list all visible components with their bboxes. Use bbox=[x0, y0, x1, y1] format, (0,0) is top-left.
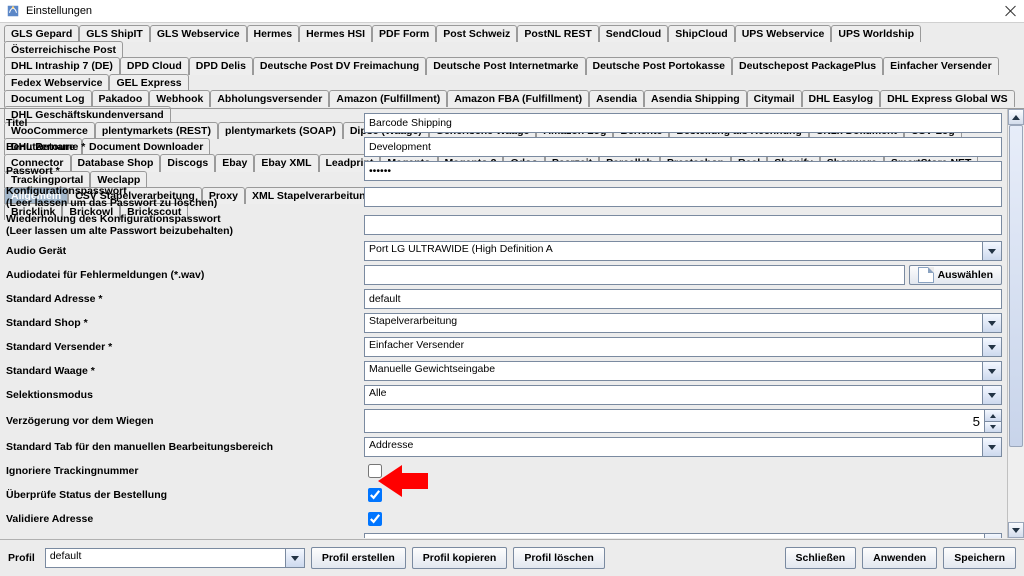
audio-device-select[interactable]: Port LG ULTRAWIDE (High Definition A bbox=[364, 241, 1002, 261]
label-passwort: Passwort * bbox=[6, 165, 364, 177]
validiere-adresse-checkbox[interactable] bbox=[368, 512, 382, 526]
scrollbar-thumb[interactable] bbox=[1009, 125, 1023, 447]
std-shop-select[interactable]: Stapelverarbeitung bbox=[364, 313, 1002, 333]
tab-asendia[interactable]: Asendia bbox=[589, 90, 644, 107]
label-std-waage: Standard Waage * bbox=[6, 365, 364, 377]
profil-erstellen-button[interactable]: Profil erstellen bbox=[311, 547, 406, 569]
tab-ups-webservice[interactable]: UPS Webservice bbox=[735, 25, 832, 42]
spin-up-icon[interactable] bbox=[984, 533, 1002, 538]
chevron-down-icon[interactable] bbox=[285, 549, 304, 567]
tab-fedex-webservice[interactable]: Fedex Webservice bbox=[4, 74, 109, 91]
tab-dpd-cloud[interactable]: DPD Cloud bbox=[120, 57, 189, 74]
label-selektionsmodus: Selektionsmodus bbox=[6, 389, 364, 401]
speichern-button[interactable]: Speichern bbox=[943, 547, 1016, 569]
tab-deutschepost-packageplus[interactable]: Deutschepost PackagePlus bbox=[732, 57, 883, 74]
tab-dhl-easylog[interactable]: DHL Easylog bbox=[802, 90, 881, 107]
window-title: Einstellungen bbox=[26, 5, 1004, 17]
chevron-down-icon[interactable] bbox=[982, 242, 1001, 260]
label-std-tab: Standard Tab für den manuellen Bearbeitu… bbox=[6, 441, 364, 453]
tab-hermes[interactable]: Hermes bbox=[247, 25, 300, 42]
chevron-down-icon[interactable] bbox=[982, 362, 1001, 380]
form-area: Titel Benutzername * Passwort * Konfigur… bbox=[0, 108, 1024, 538]
pruefe-status-checkbox[interactable] bbox=[368, 488, 382, 502]
label-benutzername: Benutzername * bbox=[6, 141, 364, 153]
label-pruefe-status: Überprüfe Status der Bestellung bbox=[6, 489, 364, 501]
tab-shipcloud[interactable]: ShipCloud bbox=[668, 25, 735, 42]
ignoriere-tracking-checkbox[interactable] bbox=[368, 464, 382, 478]
file-icon bbox=[918, 267, 934, 283]
label-konf-pw: Konfigurationspasswort(Leer lassen um da… bbox=[6, 185, 364, 209]
audio-err-file-input[interactable] bbox=[364, 265, 905, 285]
close-icon[interactable] bbox=[1004, 4, 1018, 18]
tab-amazon-fba-fulfillment-[interactable]: Amazon FBA (Fulfillment) bbox=[447, 90, 589, 107]
chevron-down-icon[interactable] bbox=[982, 438, 1001, 456]
label-std-shop: Standard Shop * bbox=[6, 317, 364, 329]
title-bar: Einstellungen bbox=[0, 0, 1024, 23]
profil-kopieren-button[interactable]: Profil kopieren bbox=[412, 547, 508, 569]
tab-pakadoo[interactable]: Pakadoo bbox=[92, 90, 150, 107]
tab-hermes-hsi[interactable]: Hermes HSI bbox=[299, 25, 372, 42]
shop-ben-spinner[interactable] bbox=[364, 533, 1002, 538]
std-waage-select[interactable]: Manuelle Gewichtseingabe bbox=[364, 361, 1002, 381]
tab-postnl-rest[interactable]: PostNL REST bbox=[517, 25, 598, 42]
auswaehlen-button[interactable]: Auswählen bbox=[909, 265, 1002, 285]
label-titel: Titel bbox=[6, 117, 364, 129]
app-icon bbox=[6, 4, 20, 18]
profil-label: Profil bbox=[8, 552, 39, 564]
tab-post-schweiz[interactable]: Post Schweiz bbox=[436, 25, 517, 42]
bottom-bar: Profil default Profil erstellen Profil k… bbox=[0, 539, 1024, 576]
tab-dhl-intraship-7-de-[interactable]: DHL Intraship 7 (DE) bbox=[4, 57, 120, 74]
konf-pw2-input[interactable] bbox=[364, 215, 1002, 235]
profil-loeschen-button[interactable]: Profil löschen bbox=[513, 547, 604, 569]
anwenden-button[interactable]: Anwenden bbox=[862, 547, 937, 569]
tab-deutsche-post-dv-freimachung[interactable]: Deutsche Post DV Freimachung bbox=[253, 57, 426, 74]
passwort-input[interactable] bbox=[364, 161, 1002, 181]
label-konf-pw2: Wiederholung des Konfigurationspasswort(… bbox=[6, 213, 364, 237]
chevron-down-icon[interactable] bbox=[982, 338, 1001, 356]
tab-gel-express[interactable]: GEL Express bbox=[109, 74, 188, 91]
label-audio: Audio Gerät bbox=[6, 245, 364, 257]
std-versender-select[interactable]: Einfacher Versender bbox=[364, 337, 1002, 357]
profil-select[interactable]: default bbox=[45, 548, 305, 568]
std-adresse-input[interactable] bbox=[364, 289, 1002, 309]
tab-dhl-express-global-ws[interactable]: DHL Express Global WS bbox=[880, 90, 1015, 107]
tab-document-log[interactable]: Document Log bbox=[4, 90, 92, 107]
spin-up-icon[interactable] bbox=[984, 409, 1002, 421]
konf-pw-input[interactable] bbox=[364, 187, 1002, 207]
tab-gls-shipit[interactable]: GLS ShipIT bbox=[79, 25, 150, 42]
label-std-adresse: Standard Adresse * bbox=[6, 293, 364, 305]
spin-down-icon[interactable] bbox=[984, 421, 1002, 434]
selektionsmodus-select[interactable]: Alle bbox=[364, 385, 1002, 405]
tab-asendia-shipping[interactable]: Asendia Shipping bbox=[644, 90, 747, 107]
titel-input[interactable] bbox=[364, 113, 1002, 133]
tab-gls-webservice[interactable]: GLS Webservice bbox=[150, 25, 247, 42]
chevron-down-icon[interactable] bbox=[982, 386, 1001, 404]
tab--sterreichische-post[interactable]: Österreichische Post bbox=[4, 41, 123, 58]
label-audio-err: Audiodatei für Fehlermeldungen (*.wav) bbox=[6, 269, 364, 281]
tab-einfacher-versender[interactable]: Einfacher Versender bbox=[883, 57, 999, 74]
benutzername-input[interactable] bbox=[364, 137, 1002, 157]
tab-dpd-delis[interactable]: DPD Delis bbox=[189, 57, 253, 74]
tab-ups-worldship[interactable]: UPS Worldship bbox=[831, 25, 921, 42]
verzoegerung-spinner[interactable] bbox=[364, 409, 1002, 433]
scroll-up-icon[interactable] bbox=[1008, 109, 1024, 125]
schliessen-button[interactable]: Schließen bbox=[785, 547, 857, 569]
label-std-versender: Standard Versender * bbox=[6, 341, 364, 353]
chevron-down-icon[interactable] bbox=[982, 314, 1001, 332]
label-validiere-adresse: Validiere Adresse bbox=[6, 513, 364, 525]
tab-pdf-form[interactable]: PDF Form bbox=[372, 25, 436, 42]
tab-deutsche-post-internetmarke[interactable]: Deutsche Post Internetmarke bbox=[426, 57, 585, 74]
tab-deutsche-post-portokasse[interactable]: Deutsche Post Portokasse bbox=[586, 57, 732, 74]
tab-sendcloud[interactable]: SendCloud bbox=[599, 25, 668, 42]
tab-abholungsversender[interactable]: Abholungsversender bbox=[210, 90, 329, 107]
vertical-scrollbar[interactable] bbox=[1007, 109, 1024, 538]
label-verzoegerung: Verzögerung vor dem Wiegen bbox=[6, 415, 364, 427]
label-ignoriere-tracking: Ignoriere Trackingnummer bbox=[6, 465, 364, 477]
tab-amazon-fulfillment-[interactable]: Amazon (Fulfillment) bbox=[329, 90, 447, 107]
tab-citymail[interactable]: Citymail bbox=[747, 90, 802, 107]
tab-gls-gepard[interactable]: GLS Gepard bbox=[4, 25, 79, 42]
scroll-down-icon[interactable] bbox=[1008, 522, 1024, 538]
tab-webhook[interactable]: Webhook bbox=[149, 90, 210, 107]
std-tab-select[interactable]: Addresse bbox=[364, 437, 1002, 457]
